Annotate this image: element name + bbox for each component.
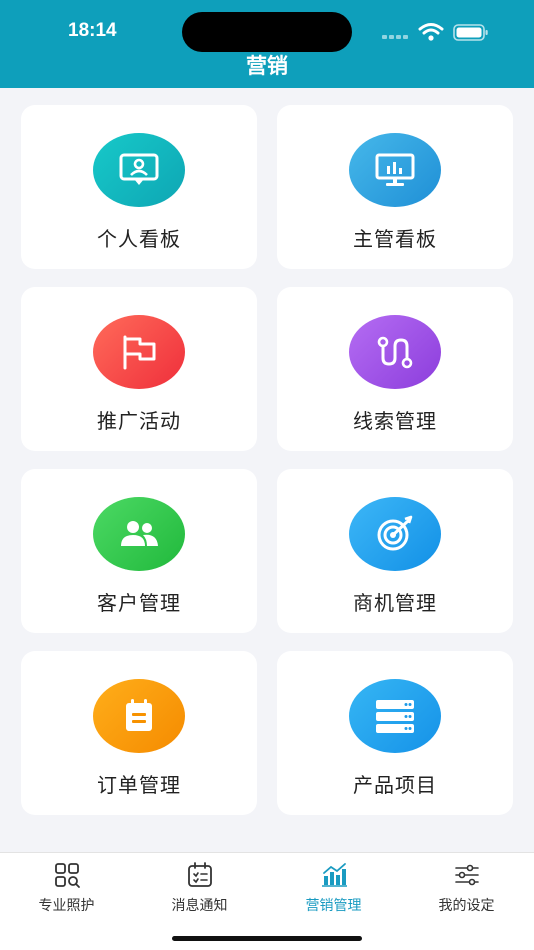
monitor-chart-icon — [349, 133, 441, 207]
card-promotion[interactable]: 推广活动 — [21, 287, 257, 451]
card-label: 订单管理 — [97, 773, 181, 797]
tab-label: 消息通知 — [171, 898, 228, 914]
server-icon — [349, 679, 441, 753]
camera-notch — [182, 12, 352, 52]
card-customers[interactable]: 客户管理 — [21, 469, 257, 633]
card-label: 主管看板 — [353, 227, 437, 251]
card-label: 商机管理 — [353, 591, 437, 615]
card-opportunities[interactable]: 商机管理 — [277, 469, 513, 633]
users-icon — [93, 497, 185, 571]
cellular-signal-icon — [382, 35, 410, 39]
tab-label: 营销管理 — [305, 898, 362, 914]
grid-search-icon — [54, 863, 80, 888]
home-indicator[interactable] — [172, 936, 362, 941]
card-products[interactable]: 产品项目 — [277, 651, 513, 815]
person-board-icon — [93, 133, 185, 207]
tab-my-settings[interactable]: 我的设定 — [400, 861, 533, 921]
card-label: 产品项目 — [353, 773, 437, 797]
bar-chart-icon — [321, 863, 347, 887]
tab-professional-care[interactable]: 专业照护 — [0, 861, 133, 921]
clipboard-icon — [93, 679, 185, 753]
card-personal-board[interactable]: 个人看板 — [21, 105, 257, 269]
card-label: 推广活动 — [97, 409, 181, 433]
calendar-list-icon — [187, 862, 212, 887]
target-icon — [349, 497, 441, 571]
card-label: 客户管理 — [97, 591, 181, 615]
page-title: 营销 — [246, 54, 288, 78]
battery-icon — [453, 24, 488, 41]
card-manager-board[interactable]: 主管看板 — [277, 105, 513, 269]
tab-label: 我的设定 — [438, 898, 495, 914]
card-orders[interactable]: 订单管理 — [21, 651, 257, 815]
flag-icon — [93, 315, 185, 389]
tab-marketing[interactable]: 营销管理 — [267, 861, 400, 921]
card-label: 线索管理 — [353, 409, 437, 433]
route-icon — [349, 315, 441, 389]
card-label: 个人看板 — [97, 227, 181, 251]
wifi-icon — [418, 23, 444, 41]
card-leads[interactable]: 线索管理 — [277, 287, 513, 451]
tab-label: 专业照护 — [38, 898, 95, 914]
tab-notifications[interactable]: 消息通知 — [133, 861, 266, 921]
status-time: 18:14 — [68, 20, 117, 41]
sliders-icon — [454, 864, 479, 886]
header-bar: 18:14 营销 — [0, 0, 534, 88]
